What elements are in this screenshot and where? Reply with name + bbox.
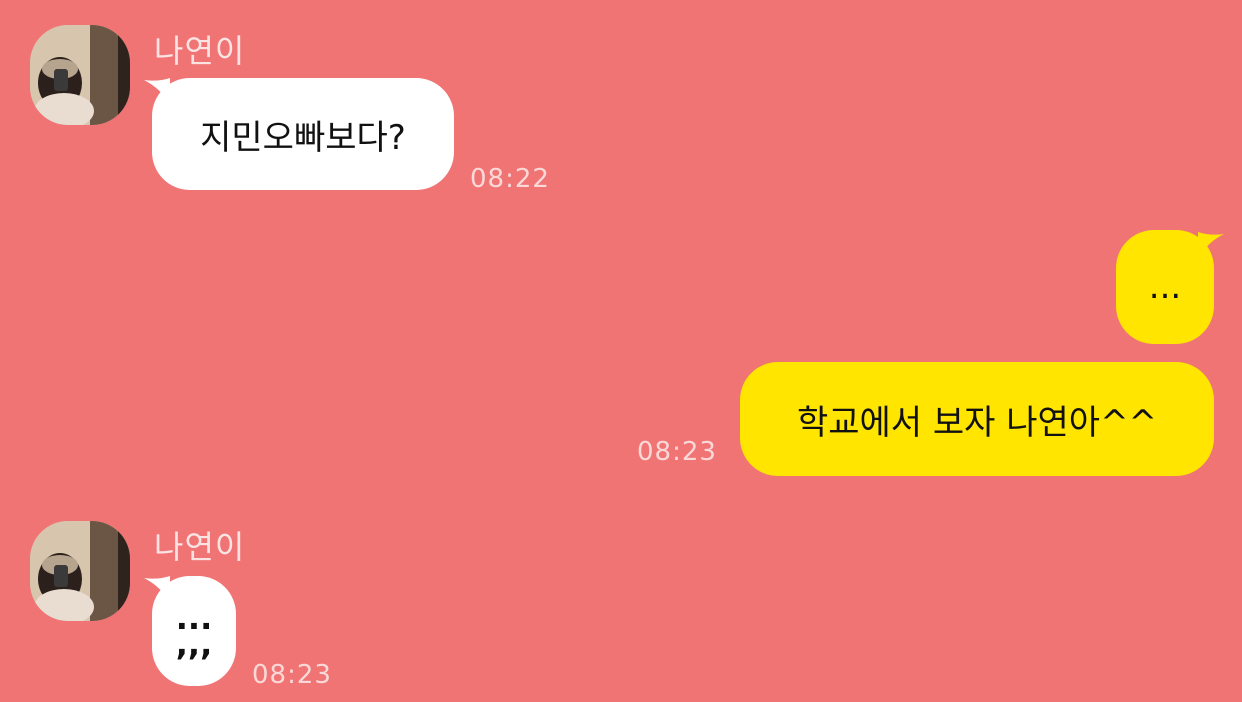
sender-avatar-icon[interactable] <box>30 521 130 621</box>
message-bubble-outgoing[interactable]: ... <box>1116 230 1214 344</box>
sender-avatar-icon[interactable] <box>30 25 130 125</box>
message-text-line: ,,, <box>175 625 213 663</box>
message-text: 지민오빠보다? <box>200 117 406 158</box>
message-bubble-outgoing[interactable]: 학교에서 보자 나연아^^ <box>740 362 1214 476</box>
message-timestamp: 08:22 <box>470 164 550 194</box>
sender-name: 나연이 <box>154 528 246 566</box>
message-bubble-incoming[interactable]: ... ,,, <box>152 576 236 686</box>
message-text: ... ,,, <box>175 602 213 663</box>
message-timestamp: 08:23 <box>252 660 332 690</box>
message-text: 학교에서 보자 나연아^^ <box>796 402 1158 443</box>
sender-name: 나연이 <box>154 32 246 70</box>
message-bubble-incoming[interactable]: 지민오빠보다? <box>152 78 454 190</box>
chat-room: 나연이 지민오빠보다? 08:22 ... 학교에서 보자 나연아^^ 08:2… <box>0 0 1242 702</box>
message-text: ... <box>1148 267 1182 307</box>
message-timestamp: 08:23 <box>637 437 717 467</box>
